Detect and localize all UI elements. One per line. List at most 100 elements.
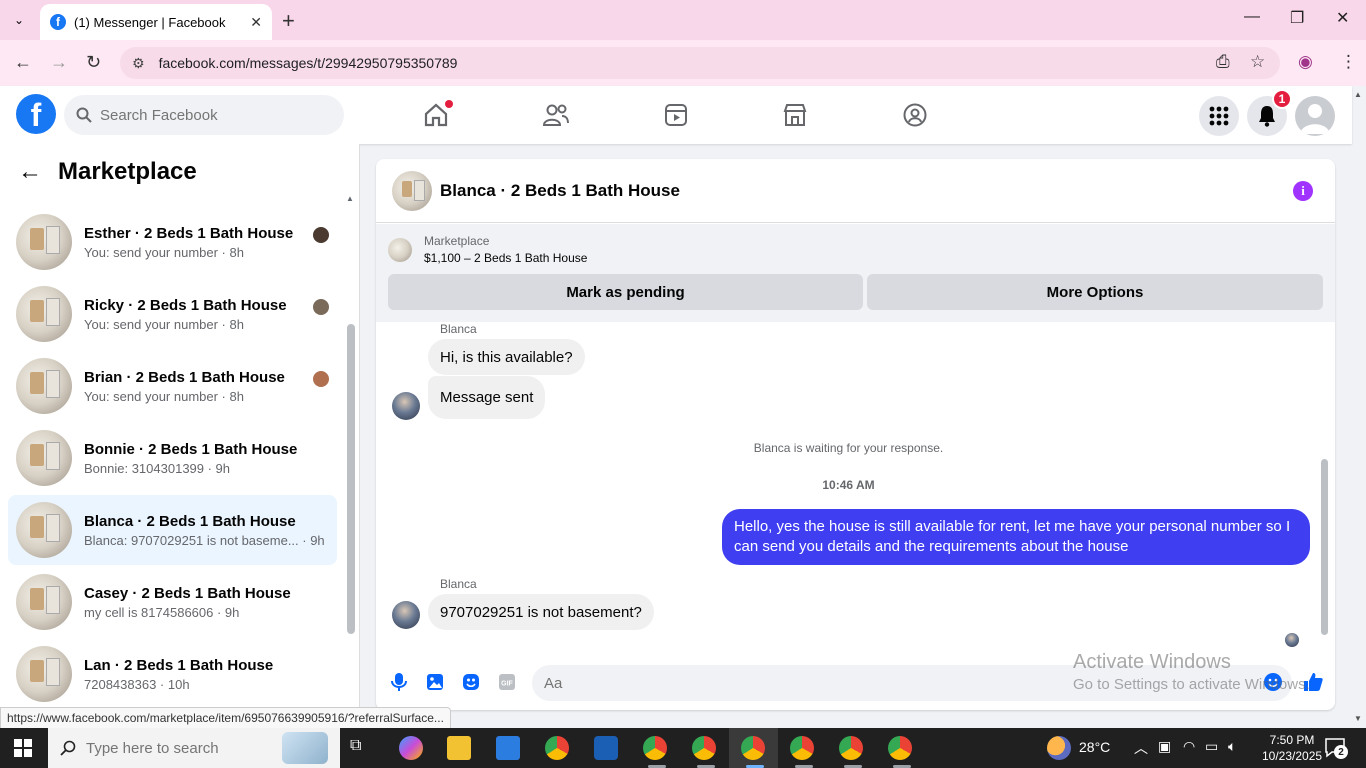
- marketplace-icon[interactable]: [780, 100, 810, 130]
- read-receipt-avatar: [1285, 633, 1299, 647]
- listing-thumbnail[interactable]: [392, 170, 432, 211]
- reload-button[interactable]: ↻: [86, 52, 101, 73]
- sidebar-title: Marketplace: [58, 158, 197, 185]
- restore-button[interactable]: ❐: [1290, 8, 1304, 28]
- seen-avatar: [313, 227, 329, 243]
- taskbar-search[interactable]: [48, 728, 340, 768]
- info-icon[interactable]: i: [1293, 181, 1313, 201]
- more-options-button[interactable]: More Options: [867, 274, 1323, 310]
- show-hidden-icons-icon[interactable]: ︿: [1134, 738, 1148, 758]
- conversation-preview: Blanca: 9707029251 is not baseme... · 9h: [84, 532, 325, 548]
- minimize-button[interactable]: —: [1244, 8, 1260, 26]
- close-tab-icon[interactable]: ✕: [250, 14, 262, 31]
- conversation-item[interactable]: Esther · 2 Beds 1 Bath House You: send y…: [8, 207, 337, 277]
- conversation-item[interactable]: Lan · 2 Beds 1 Bath House 7208438363 · 1…: [8, 639, 337, 708]
- listing-thumbnail: [16, 286, 72, 342]
- tab-title: (1) Messenger | Facebook: [74, 14, 226, 30]
- defender-icon[interactable]: [594, 736, 618, 760]
- sticker-icon[interactable]: [460, 671, 482, 693]
- conversation-item[interactable]: Brian · 2 Beds 1 Bath House You: send yo…: [8, 351, 337, 421]
- task-view-icon[interactable]: ⧉: [350, 737, 361, 755]
- chrome-profile-icon[interactable]: [692, 736, 716, 760]
- system-clock[interactable]: 7:50 PM 10/23/2025: [1262, 732, 1322, 764]
- forward-button[interactable]: →: [50, 52, 68, 73]
- copilot-icon[interactable]: [399, 736, 423, 760]
- profile-icon[interactable]: ◉: [1298, 52, 1313, 72]
- activate-windows-watermark: Activate Windows Go to Settings to activ…: [1073, 651, 1310, 693]
- facebook-header: f 1: [0, 86, 1352, 144]
- listing-price: $1,100 – 2 Beds 1 Bath House: [424, 251, 588, 265]
- incoming-message[interactable]: 9707029251 is not basement?: [428, 594, 654, 630]
- home-notification-dot: [445, 100, 453, 108]
- chrome-icon[interactable]: [545, 736, 569, 760]
- sidebar-scrollbar[interactable]: [347, 324, 355, 634]
- message-input[interactable]: [544, 674, 1144, 692]
- weather-temp[interactable]: 28°C: [1079, 739, 1110, 755]
- microsoft-store-icon[interactable]: [496, 736, 520, 760]
- video-icon[interactable]: [661, 100, 691, 130]
- mark-as-pending-button[interactable]: Mark as pending: [388, 274, 863, 310]
- chrome-profile-icon[interactable]: [790, 736, 814, 760]
- notification-center-icon[interactable]: 2: [1324, 737, 1348, 759]
- site-info-icon[interactable]: ⚙: [132, 55, 145, 72]
- install-app-icon[interactable]: ⎙: [1216, 52, 1230, 72]
- close-window-button[interactable]: ✕: [1336, 8, 1349, 28]
- battery-icon[interactable]: ▭: [1205, 738, 1218, 755]
- back-button[interactable]: ←: [14, 52, 32, 73]
- waiting-notice: Blanca is waiting for your response.: [753, 441, 944, 455]
- gif-icon[interactable]: GIF: [496, 671, 518, 693]
- incoming-message[interactable]: Hi, is this available?: [428, 339, 585, 375]
- sender-avatar[interactable]: [392, 601, 420, 629]
- microphone-icon[interactable]: [388, 671, 410, 693]
- page-scroll-down-arrow[interactable]: ▼: [1354, 714, 1362, 723]
- sender-avatar[interactable]: [392, 392, 420, 420]
- page-scroll-up-arrow[interactable]: ▲: [1354, 90, 1362, 99]
- taskbar-search-input[interactable]: [86, 739, 286, 757]
- seen-avatar: [313, 371, 329, 387]
- chrome-profile-icon[interactable]: [741, 736, 765, 760]
- volume-icon[interactable]: 🔈︎: [1228, 738, 1236, 755]
- back-arrow-icon[interactable]: ←: [18, 158, 42, 186]
- weather-icon[interactable]: [1047, 736, 1071, 760]
- windows-start-icon[interactable]: [14, 739, 32, 757]
- search-input[interactable]: [100, 106, 320, 124]
- facebook-logo-icon[interactable]: f: [16, 94, 56, 134]
- conversation-name: Ricky · 2 Beds 1 Bath House: [84, 296, 287, 314]
- chrome-profile-icon[interactable]: [888, 736, 912, 760]
- menu-grid-button[interactable]: [1199, 96, 1239, 136]
- incoming-message[interactable]: Message sent: [428, 376, 546, 419]
- bookmark-star-icon[interactable]: ☆: [1250, 52, 1265, 72]
- browser-tab-strip: ⌄ f (1) Messenger | Facebook ✕ + — ❐ ✕: [0, 0, 1366, 40]
- conversation-preview: 7208438363 · 10h: [84, 676, 190, 692]
- browser-menu-icon[interactable]: ⋮: [1340, 52, 1357, 72]
- conversation-item-active[interactable]: Blanca · 2 Beds 1 Bath House Blanca: 970…: [8, 495, 337, 565]
- listing-info[interactable]: Marketplace $1,100 – 2 Beds 1 Bath House: [388, 234, 587, 265]
- wifi-icon[interactable]: ◠: [1183, 738, 1195, 755]
- chat-title[interactable]: Blanca · 2 Beds 1 Bath House: [440, 181, 680, 201]
- chrome-profile-icon[interactable]: [643, 736, 667, 760]
- url-text: facebook.com/messages/t/2994295079535078…: [158, 55, 458, 71]
- browser-tab[interactable]: f (1) Messenger | Facebook ✕: [40, 4, 272, 40]
- scroll-up-arrow[interactable]: ▲: [346, 194, 354, 203]
- tab-search-dropdown[interactable]: ⌄: [8, 10, 30, 30]
- conversation-item[interactable]: Bonnie · 2 Beds 1 Bath House Bonnie: 310…: [8, 423, 337, 493]
- conversation-item[interactable]: Casey · 2 Beds 1 Bath House my cell is 8…: [8, 567, 337, 637]
- search-highlight-image: [282, 732, 328, 764]
- new-tab-button[interactable]: +: [282, 8, 295, 34]
- conversation-preview: Bonnie: 3104301399 · 9h: [84, 460, 231, 476]
- conversation-item[interactable]: Ricky · 2 Beds 1 Bath House You: send yo…: [8, 279, 337, 349]
- groups-icon[interactable]: [900, 100, 930, 130]
- chat-scrollbar[interactable]: [1321, 459, 1328, 635]
- outgoing-message[interactable]: Hello, yes the house is still available …: [722, 509, 1310, 565]
- account-avatar[interactable]: [1295, 96, 1335, 136]
- conversation-preview: my cell is 8174586606 · 9h: [84, 604, 240, 620]
- chrome-profile-icon[interactable]: [839, 736, 863, 760]
- address-bar[interactable]: ⚙ facebook.com/messages/t/29942950795350…: [120, 47, 1280, 79]
- conversation-name: Bonnie · 2 Beds 1 Bath House: [84, 440, 298, 458]
- facebook-search[interactable]: [64, 95, 344, 135]
- friends-icon[interactable]: [541, 100, 571, 130]
- photo-icon[interactable]: [424, 671, 446, 693]
- listing-thumbnail: [16, 646, 72, 702]
- meet-now-icon[interactable]: ▣: [1158, 738, 1171, 755]
- file-explorer-icon[interactable]: [447, 736, 471, 760]
